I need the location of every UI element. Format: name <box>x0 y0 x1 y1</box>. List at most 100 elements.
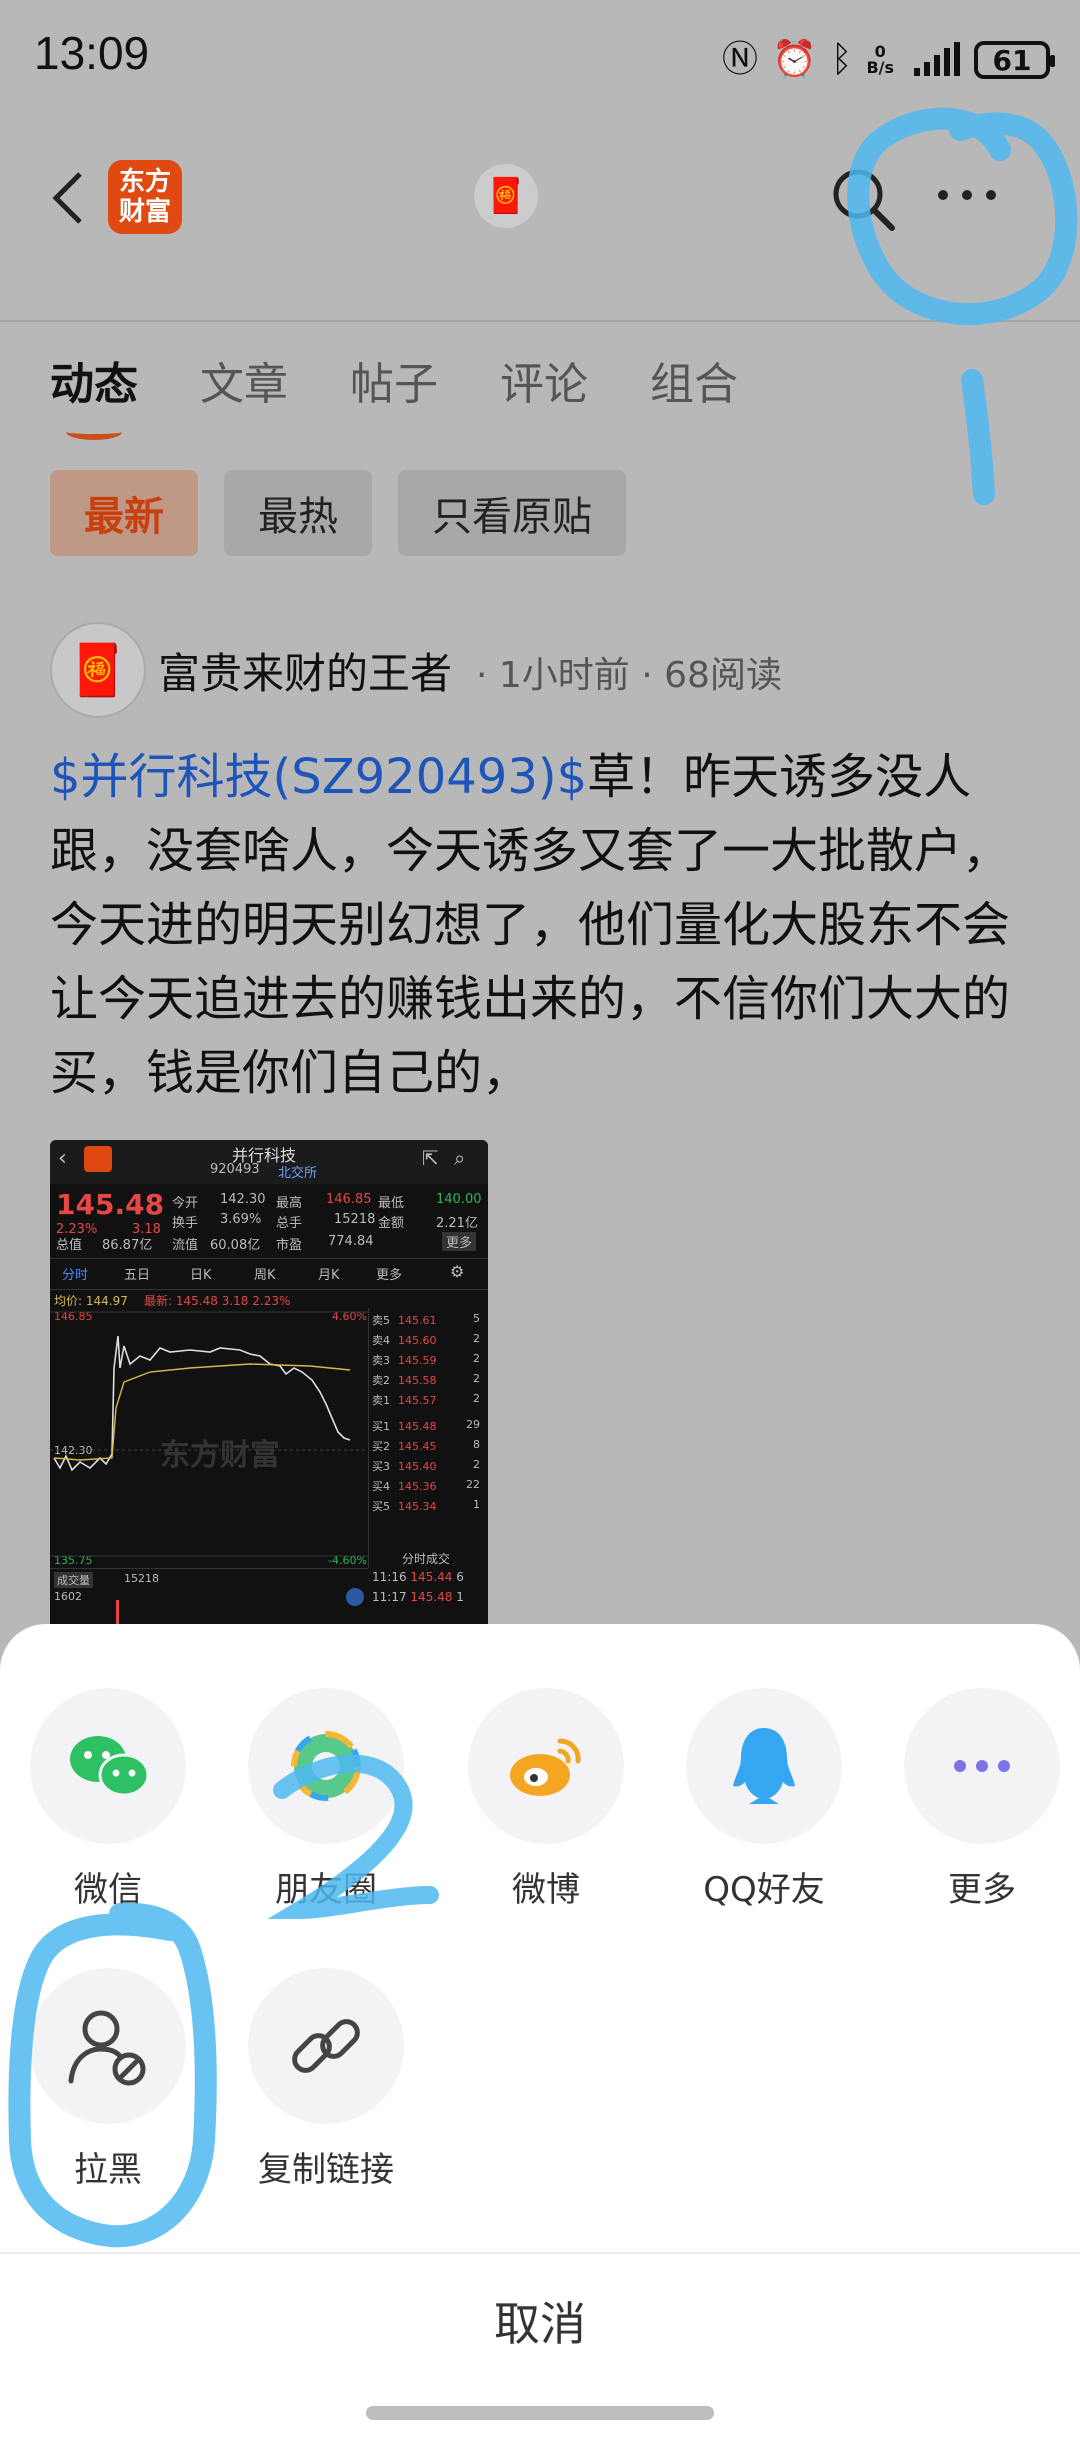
thumb-search-icon: ⌕ <box>454 1146 466 1170</box>
thumb-trade-time: 11:17 <box>372 1590 407 1604</box>
order-price: 145.40 <box>398 1460 437 1473</box>
thumb-high: 146.85 <box>326 1192 372 1207</box>
order-price: 145.34 <box>398 1500 437 1513</box>
orderbook-ask-row: 卖5 145.61 5 <box>372 1312 484 1328</box>
order-label: 卖5 <box>372 1314 390 1327</box>
thumb-tab-more: 更多 <box>376 1268 403 1283</box>
order-price: 145.36 <box>398 1480 437 1493</box>
thumb-avg: 144.97 <box>85 1294 128 1308</box>
back-icon[interactable] <box>48 168 88 228</box>
thumb-latest: 145.48 <box>175 1294 218 1308</box>
copy-link-button[interactable]: 复制链接 <box>246 1968 406 2191</box>
thumb-trade-label: 分时成交 <box>402 1552 451 1566</box>
filter-latest[interactable]: 最新 <box>50 470 198 556</box>
order-price: 145.58 <box>398 1374 437 1387</box>
tab-dynamic[interactable]: 动态 <box>50 348 138 412</box>
orderbook-ask-row: 卖3 145.59 2 <box>372 1352 484 1368</box>
thumb-trade-time: 11:16 <box>372 1570 407 1584</box>
share-qq[interactable]: QQ好友 <box>684 1688 844 1911</box>
order-price: 145.61 <box>398 1314 437 1327</box>
thumb-low-label: 最低 <box>378 1196 405 1211</box>
thumb-latest-label: 最新: <box>144 1294 173 1308</box>
order-qty: 5 <box>473 1312 480 1325</box>
copy-link-label: 复制链接 <box>258 2150 394 2190</box>
tab-articles[interactable]: 文章 <box>200 348 288 412</box>
more-menu-button[interactable] <box>938 180 1008 210</box>
thumb-vol-axis: 1602 <box>54 1590 82 1603</box>
orderbook-ask-row: 卖1 145.57 2 <box>372 1392 484 1408</box>
order-qty: 2 <box>473 1372 480 1385</box>
cancel-button[interactable]: 取消 <box>0 2288 1080 2354</box>
post-image-thumbnail[interactable]: ‹ 并行科技 920493 北交所 ⇱ ⌕ 145.48 2.23% 3.18 … <box>50 1140 488 1630</box>
profile-tabs: 动态 文章 帖子 评论 组合 <box>50 348 800 412</box>
thumb-vol-label: 成交量 <box>54 1572 93 1588</box>
order-label: 卖2 <box>372 1374 390 1387</box>
thumb-pe: 774.84 <box>328 1234 374 1249</box>
thumb-tab-daily: 日K <box>190 1268 212 1283</box>
orderbook-bid-row: 买1 145.48 29 <box>372 1418 484 1434</box>
post-author-avatar[interactable]: 🧧 <box>50 622 146 718</box>
status-bar: 13:09 Ⓝ ⏰ ᛒ 0 B/s 61 <box>0 0 1080 110</box>
home-indicator[interactable] <box>366 2406 714 2420</box>
thumb-open: 142.30 <box>220 1192 266 1207</box>
profile-avatar[interactable]: 🧧 <box>474 164 538 228</box>
thumb-exchange: 北交所 <box>278 1166 318 1181</box>
thumb-low: 140.00 <box>436 1192 482 1207</box>
orderbook-bid-row: 买5 145.34 1 <box>372 1498 484 1514</box>
order-label: 买3 <box>372 1460 390 1473</box>
post-body[interactable]: $并行科技(SZ920493)$草！昨天诱多没人跟，没套啥人，今天诱多又套了一大… <box>50 740 1040 1110</box>
tab-posts[interactable]: 帖子 <box>350 348 438 412</box>
avatar-figure-icon: 🧧 <box>484 176 528 216</box>
order-qty: 2 <box>473 1458 480 1471</box>
share-label: QQ好友 <box>703 1870 825 1910</box>
block-user-icon <box>30 1968 186 2124</box>
orderbook-ask-row: 卖2 145.58 2 <box>372 1372 484 1388</box>
moments-icon <box>248 1688 404 1844</box>
thumb-total-value: 86.87亿 <box>102 1238 153 1253</box>
order-label: 买5 <box>372 1500 390 1513</box>
link-icon <box>248 1968 404 2124</box>
order-qty: 1 <box>473 1498 480 1511</box>
thumb-latest-change: 3.18 <box>221 1294 249 1308</box>
orderbook-bid-row: 买4 145.36 22 <box>372 1478 484 1494</box>
more-dots-icon <box>904 1688 1060 1844</box>
thumb-tab-weekly: 周K <box>254 1268 276 1283</box>
post-author-name[interactable]: 富贵来财的王者 <box>158 640 452 701</box>
thumb-volume-label: 总手 <box>276 1216 303 1231</box>
order-price: 145.57 <box>398 1394 437 1407</box>
order-qty: 22 <box>466 1478 480 1491</box>
order-qty: 2 <box>473 1332 480 1345</box>
tab-portfolios[interactable]: 组合 <box>650 348 738 412</box>
order-label: 卖3 <box>372 1354 390 1367</box>
thumb-back-icon: ‹ <box>58 1146 67 1171</box>
orderbook-bid-row: 买3 145.40 2 <box>372 1458 484 1474</box>
thumb-open-label: 今开 <box>172 1196 199 1211</box>
share-label: 微博 <box>512 1870 580 1910</box>
nfc-icon: Ⓝ <box>721 39 758 80</box>
share-wechat[interactable]: 微信 <box>28 1688 188 1911</box>
share-label: 朋友圈 <box>275 1870 377 1910</box>
share-more[interactable]: 更多 <box>902 1688 1062 1911</box>
thumb-watermark: 东方财富 <box>160 1438 280 1473</box>
search-icon[interactable] <box>828 164 898 234</box>
order-qty: 29 <box>466 1418 480 1431</box>
share-moments[interactable]: 朋友圈 <box>246 1688 406 1911</box>
filter-chips: 最新 最热 只看原贴 <box>50 470 626 556</box>
thumb-float-label: 流值 <box>172 1238 199 1253</box>
share-weibo[interactable]: 微博 <box>466 1688 626 1911</box>
block-user-button[interactable]: 拉黑 <box>28 1968 188 2191</box>
thumb-tab-5day: 五日 <box>124 1268 151 1283</box>
qq-icon <box>686 1688 842 1844</box>
thumb-tab-monthly: 月K <box>318 1268 340 1283</box>
stock-link[interactable]: $并行科技(SZ920493)$ <box>50 749 587 805</box>
order-label: 买4 <box>372 1480 390 1493</box>
thumb-avg-label: 均价: <box>54 1294 83 1308</box>
thumb-volume: 15218 <box>334 1212 376 1227</box>
thumb-code: 920493 <box>210 1162 260 1177</box>
order-price: 145.48 <box>398 1420 437 1433</box>
thumb-latest-pct: 2.23% <box>252 1294 291 1308</box>
filter-hot[interactable]: 最热 <box>224 470 372 556</box>
tab-comments[interactable]: 评论 <box>500 348 588 412</box>
order-price: 145.59 <box>398 1354 437 1367</box>
filter-original-only[interactable]: 只看原贴 <box>398 470 626 556</box>
